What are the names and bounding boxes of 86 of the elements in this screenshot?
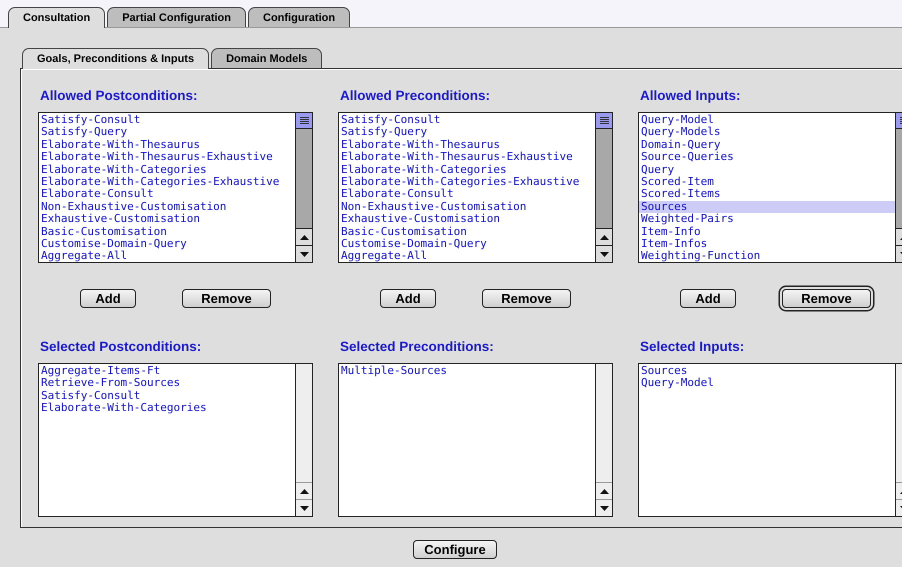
tab[interactable]: Consultation — [8, 7, 106, 28]
list-item[interactable]: Satisfy-Consult — [339, 114, 595, 126]
list-item[interactable]: Aggregate-Items-Ft — [39, 365, 295, 378]
add-button[interactable]: Add — [80, 289, 136, 308]
list-box[interactable] — [338, 112, 613, 263]
list-box[interactable]: Query-Model Query-Models Domain-Query Source-Queries Query Scored-Item Scored-Items Sources Weighted-Pairs Item-Info Item-Infos Weighting-Function — [638, 112, 902, 263]
grip-icon — [600, 116, 608, 124]
list-item[interactable]: Satisfy-Query — [339, 126, 595, 139]
grip-icon — [300, 116, 308, 124]
list-item[interactable]: Query-Models — [639, 126, 895, 139]
section-heading: Allowed Inputs: — [640, 88, 742, 104]
list-item[interactable]: Multiple-Sources — [339, 365, 595, 378]
list-item[interactable]: Satisfy-Consult — [39, 114, 295, 126]
list-item[interactable]: Aggregate-All — [39, 250, 295, 262]
remove-button[interactable]: Remove — [182, 289, 271, 308]
scroll-down-button[interactable] — [596, 245, 612, 262]
list-item[interactable]: Scored-Item — [639, 176, 895, 188]
section-heading: Selected Preconditions: — [340, 339, 495, 355]
scrollbar[interactable] — [295, 113, 312, 262]
list-item[interactable]: Item-Info — [639, 226, 895, 238]
list-item[interactable]: Elaborate-With-Categories — [39, 402, 295, 415]
down-arrow-icon — [300, 252, 308, 256]
list-item[interactable]: Basic-Customisation — [39, 226, 295, 238]
scroll-thumb[interactable] — [596, 113, 612, 129]
add-button[interactable]: Add — [380, 289, 436, 308]
remove-button[interactable]: Remove — [482, 289, 571, 308]
list-item[interactable]: Sources — [639, 365, 895, 378]
list-item[interactable]: Elaborate-With-Thesaurus-Exhaustive — [339, 151, 595, 164]
configure-button[interactable]: Configure — [413, 540, 497, 559]
list-item[interactable]: Domain-Query — [639, 138, 895, 152]
scrollbar[interactable] — [295, 364, 312, 516]
up-arrow-icon — [600, 488, 608, 494]
up-arrow-icon — [600, 234, 608, 240]
list-item[interactable]: Aggregate-All — [339, 250, 595, 262]
list-item[interactable]: Source-Queries — [639, 151, 895, 164]
list-item[interactable]: Non-Exhaustive-Customisation — [339, 200, 595, 214]
scroll-up-button[interactable] — [296, 228, 312, 245]
list-item[interactable]: Elaborate-With-Thesaurus — [339, 138, 595, 152]
section-heading: Allowed Postconditions: — [40, 88, 198, 104]
up-arrow-icon — [300, 234, 308, 240]
list-box[interactable]: Sources Query-Model — [638, 363, 902, 517]
section-heading: Selected Inputs: — [640, 339, 746, 355]
list-item[interactable]: Query-Model — [639, 377, 895, 390]
add-button[interactable]: Add — [680, 289, 736, 308]
list-item[interactable]: Elaborate-With-Categories — [39, 164, 295, 176]
list-item[interactable]: Customise-Domain-Query — [339, 238, 595, 250]
scroll-down-button[interactable] — [296, 245, 312, 262]
tab[interactable]: Goals, Preconditions & Inputs — [22, 48, 210, 69]
list-item[interactable]: Retrieve-From-Sources — [39, 377, 295, 390]
list-item[interactable]: Sources — [639, 200, 895, 214]
down-arrow-icon — [600, 506, 608, 510]
list-item[interactable]: Elaborate-With-Categories-Exhaustive — [339, 176, 595, 188]
up-arrow-icon — [300, 488, 308, 494]
list-item[interactable]: Scored-Items — [639, 188, 895, 201]
list-item[interactable]: Elaborate-Consult — [339, 188, 595, 201]
list-item[interactable]: Customise-Domain-Query — [39, 238, 295, 250]
down-arrow-icon — [600, 252, 608, 256]
list-item[interactable]: Satisfy-Consult — [39, 390, 295, 402]
list-item[interactable]: Basic-Customisation — [339, 226, 595, 238]
list-item[interactable]: Exhaustive-Customisation — [39, 213, 295, 226]
list-item[interactable]: Query-Model — [639, 114, 895, 126]
list-item[interactable]: Elaborate-With-Thesaurus — [39, 138, 295, 152]
tab[interactable]: Domain Models — [211, 48, 322, 68]
list-item[interactable]: Query — [639, 164, 895, 176]
tab[interactable]: Partial Configuration — [107, 7, 246, 27]
section-heading: Allowed Preconditions: — [340, 88, 492, 104]
list-item[interactable]: Non-Exhaustive-Customisation — [39, 200, 295, 214]
section-heading: Selected Postconditions: — [40, 339, 202, 355]
list-item[interactable]: Elaborate-Consult — [39, 188, 295, 201]
down-arrow-icon — [300, 506, 308, 510]
list-item[interactable]: Weighted-Pairs — [639, 213, 895, 226]
list-item[interactable]: Item-Infos — [639, 238, 895, 250]
tab[interactable]: Configuration — [248, 7, 350, 27]
scrollbar[interactable] — [595, 113, 612, 262]
list-box[interactable]: Multiple-Sources — [338, 363, 613, 517]
list-item[interactable]: Exhaustive-Customisation — [339, 213, 595, 226]
list-item[interactable]: Elaborate-With-Thesaurus-Exhaustive — [39, 151, 295, 164]
list-box[interactable] — [38, 112, 313, 263]
scrollbar[interactable] — [595, 364, 612, 516]
list-item[interactable]: Elaborate-With-Categories-Exhaustive — [39, 176, 295, 188]
list-item[interactable]: Elaborate-With-Categories — [339, 164, 595, 176]
list-item[interactable]: Weighting-Function — [639, 250, 895, 262]
list-item[interactable]: Satisfy-Query — [39, 126, 295, 139]
scroll-up-button[interactable] — [596, 228, 612, 245]
scroll-thumb[interactable] — [296, 113, 312, 129]
list-box[interactable]: Aggregate-Items-Ft Retrieve-From-Sources Satisfy-Consult Elaborate-With-Categories — [38, 363, 313, 517]
